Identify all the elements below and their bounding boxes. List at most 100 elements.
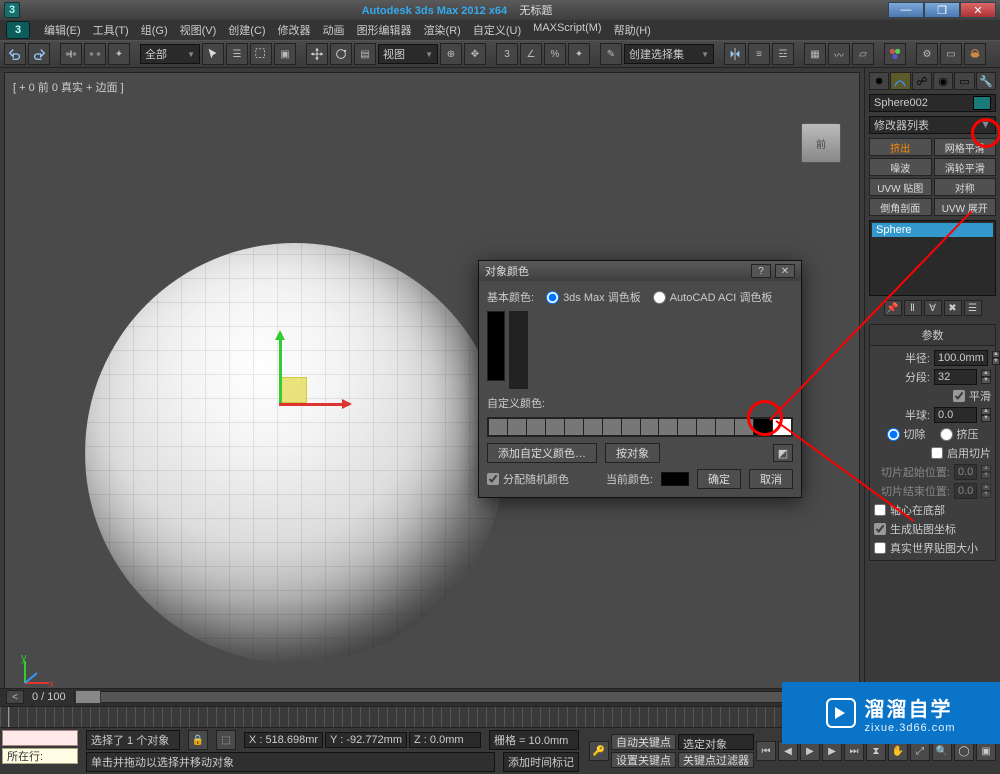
make-unique-button[interactable]: ∀	[924, 300, 942, 316]
bind-spacewarp-button[interactable]: ✦	[108, 43, 130, 65]
render-setup-button[interactable]: ⚙	[916, 43, 938, 65]
next-frame-button[interactable]: ▶	[822, 741, 842, 761]
prev-frame-button[interactable]: ◀	[778, 741, 798, 761]
schematic-view-button[interactable]: ▱	[852, 43, 874, 65]
custom-swatch[interactable]	[678, 419, 696, 435]
object-name-field[interactable]: Sphere002	[869, 94, 996, 112]
menu-item[interactable]: 图形编辑器	[351, 20, 418, 40]
edit-named-sel-button[interactable]: ✎	[600, 43, 622, 65]
modifier-button[interactable]: 对称	[934, 178, 997, 196]
lock-selection-button[interactable]: 🔒	[188, 730, 208, 750]
select-scale-button[interactable]: ▤	[354, 43, 376, 65]
time-config-mini-button[interactable]: <	[6, 690, 24, 704]
show-end-result-button[interactable]: Ⅱ	[904, 300, 922, 316]
chop-radio[interactable]	[887, 428, 900, 441]
custom-swatch[interactable]	[546, 419, 564, 435]
modifier-button[interactable]: 噪波	[869, 158, 932, 176]
menu-item[interactable]: 工具(T)	[87, 20, 135, 40]
select-move-button[interactable]	[306, 43, 328, 65]
palette-aci-radio[interactable]	[653, 291, 666, 304]
stack-item-sphere[interactable]: Sphere	[872, 223, 993, 237]
assign-random-checkbox[interactable]	[487, 473, 499, 485]
custom-swatch[interactable]	[622, 419, 640, 435]
custom-swatch[interactable]	[489, 419, 507, 435]
material-editor-button[interactable]	[884, 43, 906, 65]
key-filters-button[interactable]: 关键点过滤器	[678, 752, 754, 768]
setkey-button[interactable]: 设置关键点	[611, 752, 676, 768]
sphere-object[interactable]	[85, 243, 505, 663]
menu-item[interactable]: 编辑(E)	[38, 20, 87, 40]
orbit-button[interactable]: ◯	[954, 741, 974, 761]
select-rotate-button[interactable]	[330, 43, 352, 65]
goto-end-button[interactable]: ⏭	[844, 741, 864, 761]
cancel-button[interactable]: 取消	[749, 469, 793, 489]
radius-input[interactable]: 100.0mm	[934, 350, 988, 366]
active-color-tool-button[interactable]: ◩	[773, 444, 793, 462]
link-button[interactable]	[60, 43, 82, 65]
time-config-button[interactable]: ⧗	[866, 741, 886, 761]
pivot-center-button[interactable]: ⊕	[440, 43, 462, 65]
remove-modifier-button[interactable]: ✖	[944, 300, 962, 316]
real-world-checkbox[interactable]	[874, 542, 886, 554]
custom-swatch[interactable]	[565, 419, 583, 435]
menu-item[interactable]: 组(G)	[135, 20, 174, 40]
dialog-close-button[interactable]: ✕	[775, 264, 795, 278]
snap-toggle-button[interactable]: 3	[496, 43, 518, 65]
custom-swatch[interactable]	[697, 419, 715, 435]
current-color-swatch[interactable]	[661, 472, 689, 486]
custom-swatch-black[interactable]	[754, 419, 772, 435]
modifier-button[interactable]: UVW 贴图	[869, 178, 932, 196]
custom-swatch[interactable]	[508, 419, 526, 435]
radius-spinner[interactable]: ▲▼	[992, 351, 1000, 365]
menu-item[interactable]: 渲染(R)	[418, 20, 467, 40]
angle-snap-button[interactable]: ∠	[520, 43, 542, 65]
manipulate-button[interactable]: ✥	[464, 43, 486, 65]
unlink-button[interactable]	[84, 43, 106, 65]
max-viewport-button[interactable]: ▣	[976, 741, 996, 761]
smooth-checkbox[interactable]	[953, 390, 965, 402]
selection-lock-indicator[interactable]	[2, 730, 78, 746]
viewcube[interactable]: 前	[801, 123, 841, 163]
custom-swatch[interactable]	[735, 419, 753, 435]
autokey-button[interactable]: 自动关键点	[611, 734, 676, 750]
minimize-button[interactable]: —	[888, 2, 924, 18]
menu-item[interactable]: 视图(V)	[174, 20, 223, 40]
menu-item[interactable]: 创建(C)	[222, 20, 271, 40]
menu-item[interactable]: 动画	[317, 20, 351, 40]
menu-item[interactable]: 帮助(H)	[608, 20, 657, 40]
hemisphere-input[interactable]: 0.0	[934, 407, 977, 423]
render-button[interactable]	[964, 43, 986, 65]
ref-coord-dropdown[interactable]: 视图▼	[378, 44, 438, 64]
segments-spinner[interactable]: ▲▼	[981, 370, 991, 384]
utilities-tab[interactable]: 🔧	[976, 72, 996, 90]
modifier-button[interactable]: 网格平滑	[934, 138, 997, 156]
slice-on-checkbox[interactable]	[931, 447, 943, 459]
modifier-stack[interactable]: Sphere	[869, 220, 996, 296]
dialog-help-button[interactable]: ?	[751, 264, 771, 278]
pin-stack-button[interactable]: 📌	[884, 300, 902, 316]
rendered-frame-button[interactable]: ▭	[940, 43, 962, 65]
layer-manager-button[interactable]: ☲	[772, 43, 794, 65]
play-button[interactable]: ▶	[800, 741, 820, 761]
isolate-button[interactable]: ⬚	[216, 730, 236, 750]
display-tab[interactable]: ▭	[954, 72, 974, 90]
palette-3dsmax-radio[interactable]	[546, 291, 559, 304]
segments-input[interactable]: 32	[934, 369, 977, 385]
custom-swatch[interactable]	[603, 419, 621, 435]
motion-tab[interactable]: ◉	[933, 72, 953, 90]
configure-modifier-sets-button[interactable]: ☰	[964, 300, 982, 316]
modifier-button[interactable]: 倒角剖面	[869, 198, 932, 216]
hierarchy-tab[interactable]: ☍	[912, 72, 932, 90]
hemisphere-spinner[interactable]: ▲▼	[981, 408, 991, 422]
maximize-button[interactable]: ❐	[924, 2, 960, 18]
y-coord-input[interactable]: Y : -92.772mm	[325, 732, 407, 748]
select-by-name-button[interactable]: ☰	[226, 43, 248, 65]
ok-button[interactable]: 确定	[697, 469, 741, 489]
select-object-button[interactable]	[202, 43, 224, 65]
menu-item[interactable]: 修改器	[272, 20, 317, 40]
key-selset-dropdown[interactable]: 选定对象	[678, 734, 754, 750]
rollout-title[interactable]: 参数	[870, 325, 995, 346]
add-custom-color-button[interactable]: 添加自定义颜色…	[487, 443, 597, 463]
modifier-button[interactable]: 涡轮平滑	[934, 158, 997, 176]
selection-filter-dropdown[interactable]: 全部▼	[140, 44, 200, 64]
